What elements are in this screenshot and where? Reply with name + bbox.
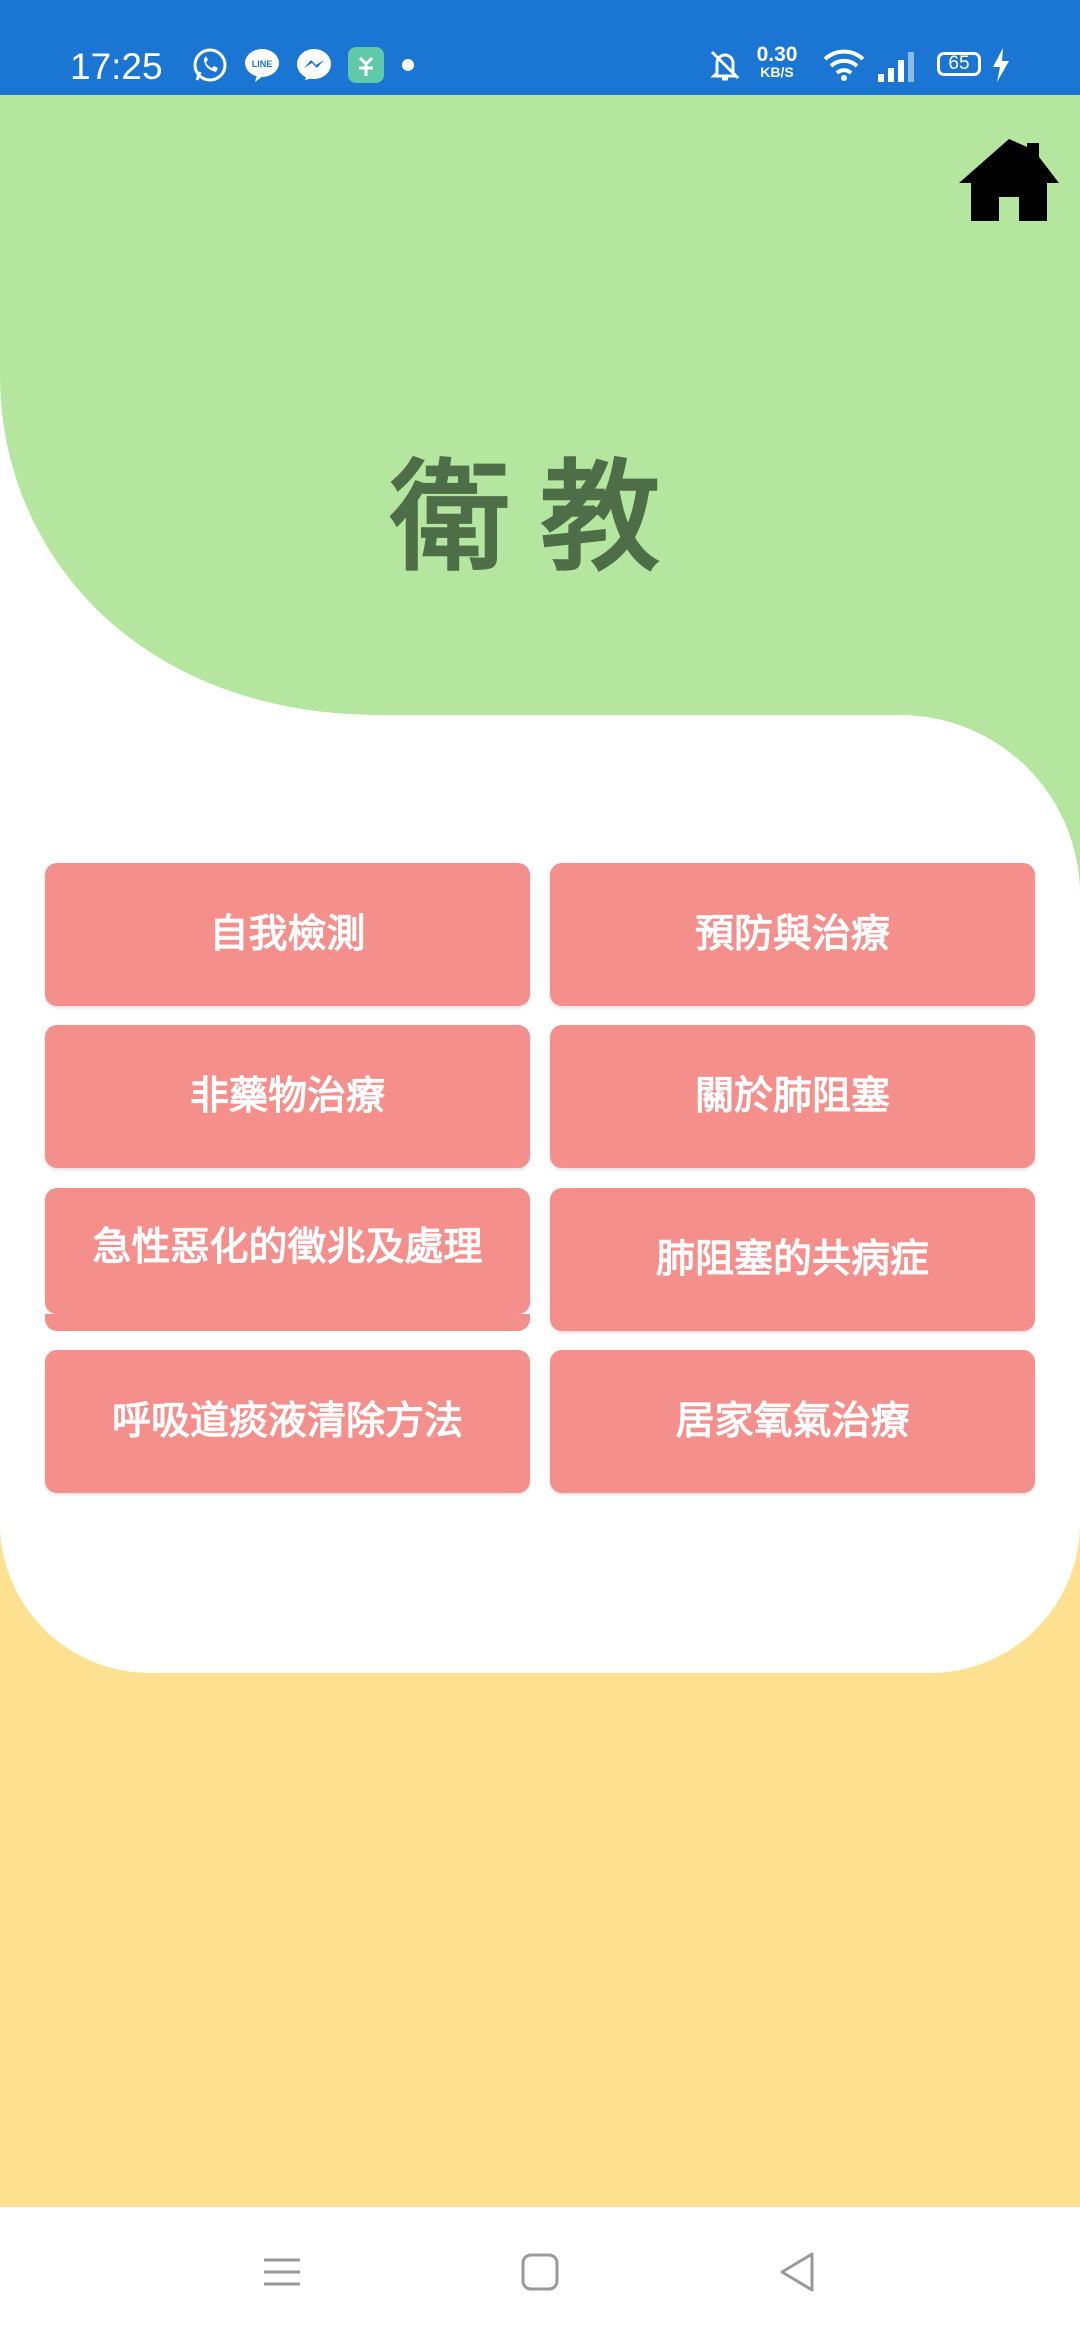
home-square-icon[interactable] (510, 2242, 570, 2302)
status-bar: 17:25 LINE 0.30 KB/S 65 (0, 0, 1080, 95)
home-icon[interactable] (955, 135, 1063, 223)
wifi-icon (823, 49, 865, 81)
mute-bell-icon (710, 50, 740, 81)
back-icon[interactable] (768, 2242, 828, 2302)
network-speed: 0.30 KB/S (752, 44, 802, 79)
battery-icon: 65 (937, 52, 981, 76)
navigation-bar (0, 2207, 1080, 2340)
app-icon (348, 47, 384, 83)
whatsapp-icon (193, 48, 227, 82)
exacerbation-signs-button[interactable]: 急性惡化的徵兆及處理 (45, 1188, 530, 1314)
messenger-icon (297, 49, 331, 80)
network-speed-value: 0.30 (756, 43, 798, 66)
line-icon: LINE (245, 49, 279, 82)
home-oxygen-button[interactable]: 居家氧氣治療 (550, 1350, 1035, 1493)
exacerbation-signs-button-edge (45, 1314, 530, 1331)
prevention-treatment-button[interactable]: 預防與治療 (550, 863, 1035, 1006)
about-copd-button[interactable]: 關於肺阻塞 (550, 1025, 1035, 1168)
svg-text:LINE: LINE (252, 59, 273, 69)
self-test-button[interactable]: 自我檢測 (45, 863, 530, 1006)
status-time: 17:25 (70, 46, 163, 87)
copd-comorbidities-button[interactable]: 肺阻塞的共病症 (550, 1188, 1035, 1331)
menu-icon[interactable] (252, 2242, 312, 2302)
airway-clearance-button[interactable]: 呼吸道痰液清除方法 (45, 1350, 530, 1493)
signal-icon (878, 52, 914, 82)
charging-icon (993, 48, 1009, 82)
network-speed-unit: KB/S (760, 64, 794, 80)
dot-icon (402, 59, 414, 71)
non-drug-treatment-button[interactable]: 非藥物治療 (45, 1025, 530, 1168)
page-title: 衛教 (390, 449, 690, 588)
